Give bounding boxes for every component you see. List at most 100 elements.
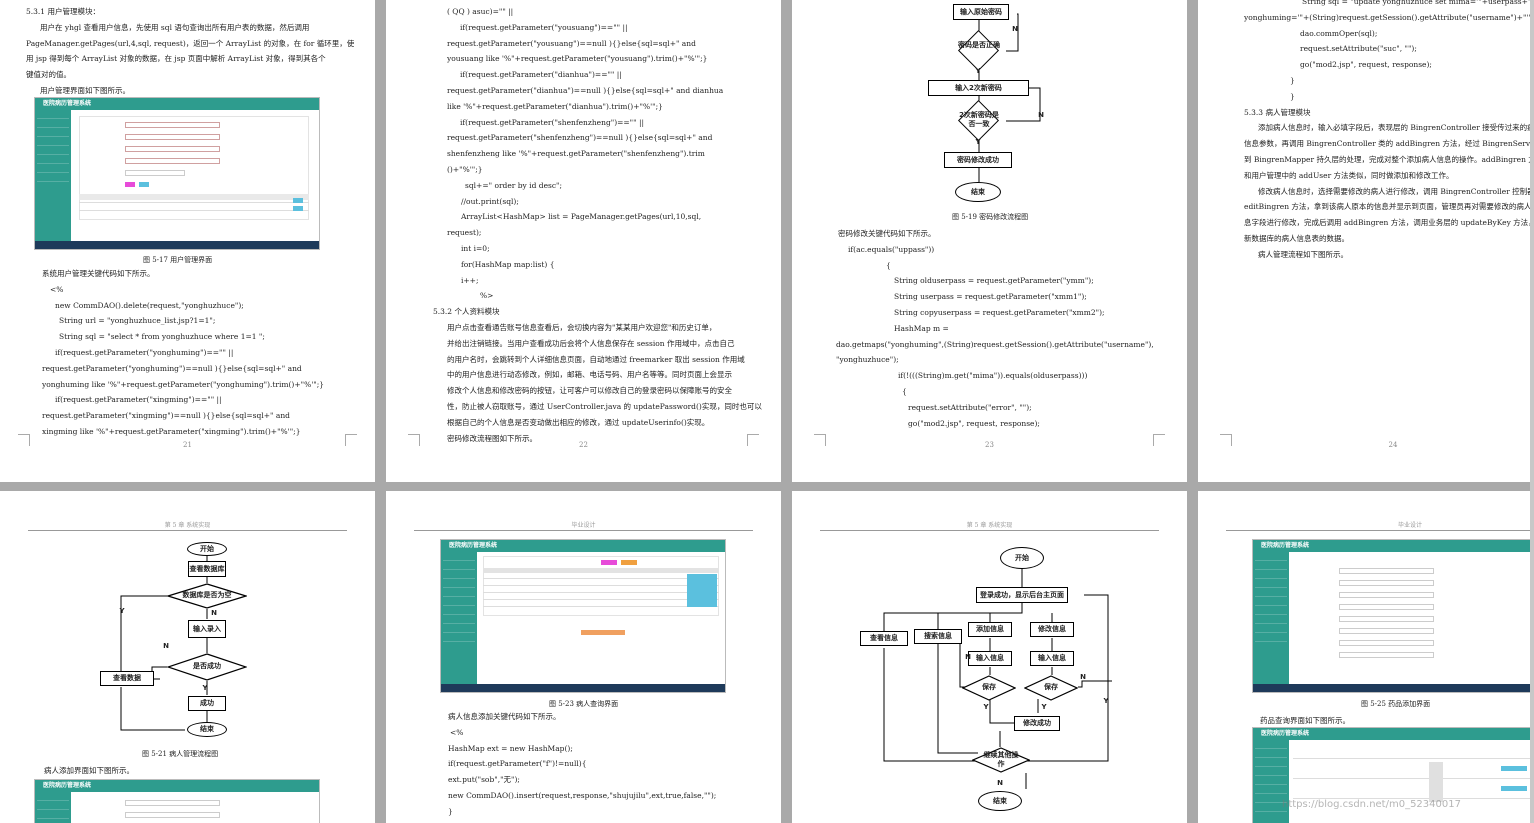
text-line: 用户在 yhgl 查看用户信息，先使用 sql 语句查询出所有用户表的数据，然后… (40, 22, 310, 32)
text-line: ext.put("sob","无"); (448, 775, 520, 785)
text-line: String sql = "select * from yonghuzhuce … (59, 332, 265, 342)
text-line: request.getParameter("yousuang")==null )… (447, 38, 696, 48)
text-line: if(request.getParameter("xingming")=="" … (55, 395, 222, 405)
flow-yes-label: Y (202, 684, 208, 692)
document-page-28: 毕业设计 医院病历管理系统 图 5-25 药品添加界面 药品查询界面如下图所示。… (1198, 491, 1534, 823)
document-page-22: ( QQ ) asuc)="" || if(request.getParamete… (386, 0, 781, 482)
text-line: 信息参数，再调用 BingrenController 类的 addBingren… (1244, 139, 1534, 149)
flow-terminal-end: 结束 (955, 182, 1001, 202)
text-line: 用户点击查看通告账号信息查看后，会切换内容为"某某用户欢迎您"和历史订单， (447, 323, 717, 332)
flow-terminal-start: 开始 (1000, 547, 1044, 569)
text-line: 根据自己的个人信息是否变动做出相应的修改，通过 updateUserinfo()… (447, 417, 710, 427)
text-line: int i=0; (461, 244, 490, 253)
page-number: 21 (183, 441, 192, 450)
flow-step-input: 输入录入 (188, 620, 226, 638)
flow-no-label: N (1038, 111, 1044, 119)
text-line: yousuang like '%"+request.getParameter("… (447, 54, 708, 64)
text-line: 5.3.1 用户管理模块： (26, 7, 100, 16)
flow-step-password-changed: 密码修改成功 (944, 152, 1012, 168)
text-line: like '%"+request.getParameter("dianhua")… (447, 101, 663, 111)
document-page-25: 第 5 章 系统实现 开始 查看数据库 数据库是否为空 Y N 输入录入 是否成… (0, 491, 375, 823)
document-page-23: 输入原始密码 密码是否正确 N Y 输入2次新密码 2次新密码是否一致 N Y … (792, 0, 1187, 482)
flow-yes-label: Y (975, 67, 981, 75)
text-line: for(HashMap map:list) { (461, 259, 555, 269)
flow-terminal-end: 结束 (978, 791, 1022, 811)
text-line: ()+"%'";} (447, 165, 483, 174)
flow-decision-database-empty: 数据库是否为空 (165, 583, 249, 609)
text-line: PageManager.getPages(url,4,sql, request)… (26, 38, 355, 48)
flow-terminal-end: 结束 (187, 722, 227, 737)
text-line: go("mod2.jsp", request, response); (1300, 60, 1432, 70)
text-line: request.getParameter("xingming")==null )… (42, 411, 290, 421)
text-line: if(request.getParameter("yonghuming")=="… (55, 348, 234, 357)
flow-step-login-main-page: 登录成功，显示后台主页面 (976, 587, 1068, 603)
flow-step-edit-info: 修改信息 (1030, 622, 1074, 637)
text-line: shenfenzheng like '%"+request.getParamet… (447, 149, 705, 159)
text-line: <% (450, 727, 464, 737)
user-management-screenshot: 医院病历管理系统 (34, 97, 320, 250)
text-line: dao.commOper(sql); (1300, 28, 1378, 38)
text-line: request.getParameter("dianhua")==null ){… (447, 86, 724, 95)
text-line: { (886, 260, 891, 270)
flow-no-label: N (211, 609, 217, 617)
patient-query-screenshot: 医院病历管理系统 (440, 539, 726, 693)
text-line: request.setAttribute("error", ""); (908, 402, 1032, 412)
text-line: 新数据库的病人信息表的数据。 (1244, 234, 1349, 243)
text-line: //out.print(sql); (461, 196, 519, 206)
flow-step-enter-old-password: 输入原始密码 (953, 4, 1009, 20)
text-line: 修改个人信息和修改密码的按钮，让可客户可以修改自己的登录密码以保障账号的安全 (447, 386, 732, 396)
text-line: editBingren 方法，拿到该病人原本的信息并显示到页面，管理员再对需要修… (1244, 202, 1534, 212)
viewer-vertical-scrollbar[interactable] (1530, 0, 1534, 823)
text-line: ( QQ ) asuc)="" || (447, 7, 514, 16)
flow-yes-label: Y (1103, 697, 1109, 705)
watermark: https://blog.csdn.net/m0_52340017 (1282, 799, 1461, 810)
flow-step-input-info-edit: 输入信息 (1030, 651, 1074, 666)
text-line: } (448, 806, 453, 816)
flow-no-label: N (997, 779, 1003, 787)
text-line: if(request.getParameter("yousuang")=="" … (460, 22, 628, 32)
medicine-add-screenshot: 医院病历管理系统 (1252, 539, 1534, 693)
text-line: ArrayList<HashMap> list = PageManager.ge… (461, 212, 702, 222)
text-line: 的用户名时，会跳转到个人详细信息页面，自动地通过 freemarker 取出 s… (447, 354, 745, 364)
text-line: %> (480, 291, 494, 301)
text-line: new CommDAO().delete(request,"yonghuzhuc… (55, 300, 244, 310)
flow-step-edit-success: 修改成功 (1014, 716, 1060, 731)
text-line: } (1290, 76, 1295, 85)
flow-terminal-start: 开始 (187, 542, 227, 556)
flow-no-label: N (965, 653, 971, 661)
text-line: go("mod2.jsp", request, response); (908, 418, 1040, 428)
flow-decision-password-correct: 密码是否正确 (958, 41, 1000, 49)
flow-yes-label: Y (983, 703, 989, 711)
text-line: 和用户管理中的 addUser 方法类似，同时做添加和修改工作。 (1244, 170, 1454, 180)
figure-caption: 图 5-21 病人管理流程图 (142, 750, 219, 758)
text-line: "yonghuzhuce"); (836, 355, 899, 365)
page-header: 毕业设计 (1226, 521, 1534, 531)
text-line: 密码修改关键代码如下所示。 (838, 229, 936, 238)
text-line: String sql = "update yonghuzhuce set mim… (1302, 0, 1534, 6)
text-line: String userpass = request.getParameter("… (894, 292, 1087, 302)
text-line: { (902, 387, 907, 396)
flow-step-enter-new-password: 输入2次新密码 (928, 80, 1029, 96)
flow-yes-label: Y (119, 607, 125, 615)
page-number: 23 (985, 441, 994, 450)
flow-step-success: 成功 (188, 696, 226, 711)
patient-add-screenshot: 医院病历管理系统 (34, 779, 320, 823)
text-line: if(request.getParameter("f")!=null){ (448, 759, 587, 769)
document-page-21: 5.3.1 用户管理模块： 用户在 yhgl 查看用户信息，先使用 sql 语句查… (0, 0, 375, 482)
text-line: 用 jsp 得到每个 ArrayList 对象的数据，在 jsp 页面中解析 A… (26, 54, 326, 64)
text-line: 并给出注销链接。当用户查看成功后会将个人信息保存在 session 作用域中，点… (447, 338, 735, 348)
flow-step-search-info: 搜索信息 (914, 629, 962, 644)
text-line: String copyuserpass = request.getParamet… (894, 308, 1105, 317)
text-line: if(!(((String)m.get("mima")).equals(oldu… (898, 371, 1088, 381)
text-line: request.getParameter("yonghuming")==null… (42, 363, 302, 373)
flow-decision-passwords-match: 2次新密码是否一致 (959, 111, 999, 128)
flow-no-label: N (1012, 25, 1018, 33)
page-header: 毕业设计 (414, 521, 753, 531)
text-line: 病人信息添加关键代码如下所示。 (448, 712, 561, 721)
text-line: HashMap ext = new HashMap(); (448, 743, 573, 753)
text-line: String olduserpass = request.getParamete… (894, 276, 1094, 286)
flow-step-input-info-add: 输入信息 (968, 651, 1012, 666)
flow-no-label: N (163, 642, 169, 650)
text-line: 病人管理流程如下图所示。 (1258, 249, 1348, 259)
text-line: HashMap m = (894, 323, 949, 333)
